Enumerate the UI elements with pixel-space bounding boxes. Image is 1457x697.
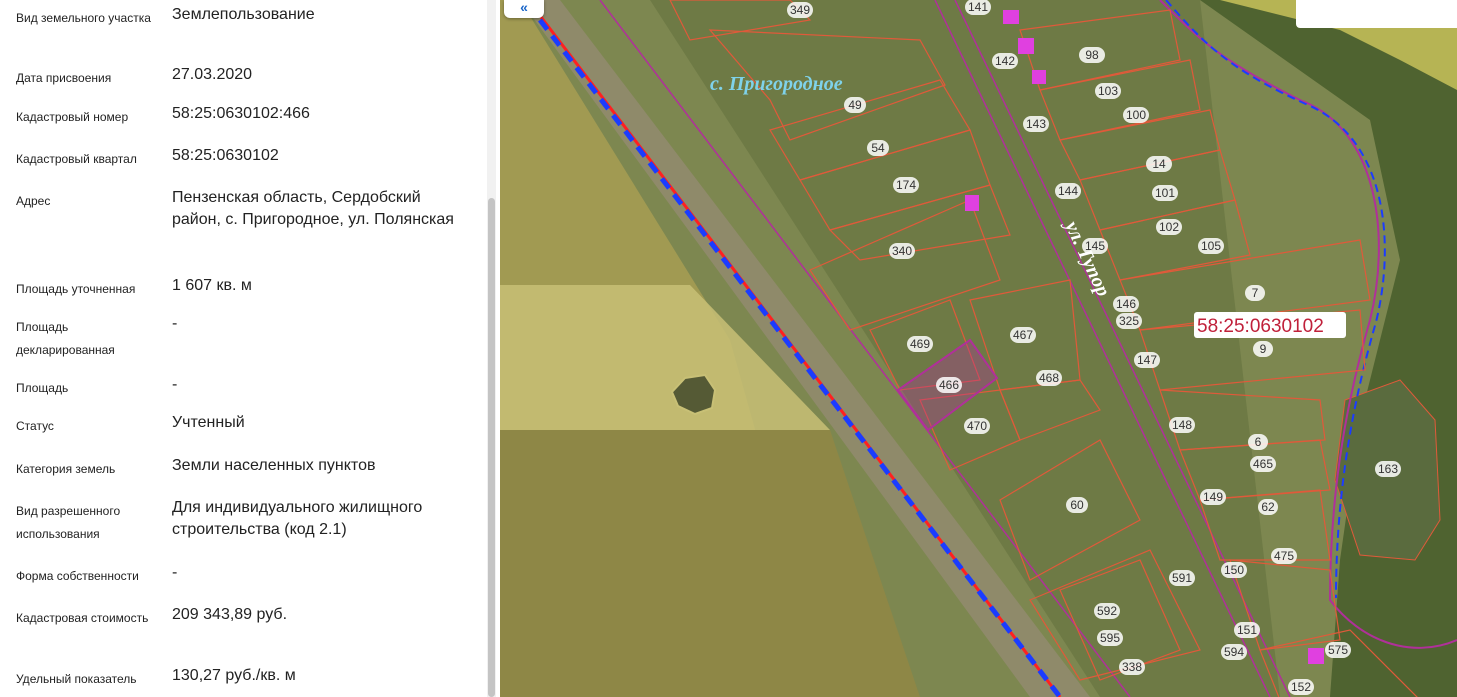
- parcel-label: 105: [1201, 239, 1221, 253]
- parcel-label: 592: [1097, 604, 1117, 618]
- info-panel: Вид земельного участка Землепользование …: [0, 0, 500, 697]
- field-value: 1 607 кв. м: [172, 277, 252, 294]
- parcel-label: 174: [896, 178, 916, 192]
- parcel-label: 340: [892, 244, 912, 258]
- scrollbar-thumb[interactable]: [488, 198, 495, 697]
- field-value: Для индивидуального жилищного строительс…: [172, 499, 423, 538]
- parcel-label: 6: [1255, 435, 1262, 449]
- field-value: 58:25:0630102:466: [172, 105, 310, 122]
- parcel-label: 98: [1085, 48, 1099, 62]
- field-value: -: [172, 564, 178, 581]
- field-value: 27.03.2020: [172, 66, 253, 83]
- parcel-label: 100: [1126, 108, 1146, 122]
- field-value: Земли населенных пунктов: [172, 457, 376, 474]
- field-value: 58:25:0630102: [172, 147, 279, 164]
- field-value: 130,27 руб./кв. м: [172, 667, 296, 684]
- parcel-label: 9: [1260, 342, 1267, 356]
- parcel-label: 142: [995, 54, 1015, 68]
- parcel-label: 14: [1152, 157, 1166, 171]
- field-label: Вид разрешенного использования: [16, 504, 121, 541]
- parcel-label: 468: [1039, 371, 1059, 385]
- parcel-label: 470: [967, 419, 987, 433]
- map-canvas[interactable]: с. Пригородное ул. Тупор 58:25:0630102 3…: [500, 0, 1457, 697]
- parcel-label: 595: [1100, 631, 1120, 645]
- field-label: Удельный показатель кадастровой: [16, 672, 137, 697]
- parcel-label: 467: [1013, 328, 1033, 342]
- field-label: Площадь уточненная: [16, 282, 136, 296]
- parcel-label: 144: [1058, 184, 1078, 198]
- parcel-label: 101: [1155, 186, 1175, 200]
- parcel-label: 325: [1119, 314, 1139, 328]
- field-value: Учтенный: [172, 414, 245, 431]
- collapse-panel-button[interactable]: «: [504, 0, 544, 18]
- parcel-label: 163: [1378, 462, 1398, 476]
- parcel-label: 475: [1274, 549, 1294, 563]
- parcel-label: 466: [939, 378, 959, 392]
- parcel-label: 146: [1116, 297, 1136, 311]
- cadastral-map[interactable]: с. Пригородное ул. Тупор 58:25:0630102 3…: [500, 0, 1457, 697]
- parcel-label: 7: [1252, 286, 1259, 300]
- parcel-label: 145: [1085, 239, 1105, 253]
- field-label: Площадь: [16, 381, 69, 395]
- field-label: Площадь декларированная: [16, 320, 115, 357]
- parcel-label: 338: [1122, 660, 1142, 674]
- field-value: Землепользование: [172, 6, 315, 23]
- field-value: -: [172, 315, 178, 332]
- field-label: Кадастровая стоимость: [16, 611, 149, 625]
- field-label: Категория земель: [16, 462, 116, 476]
- field-label: Адрес: [16, 194, 51, 208]
- chevron-double-left-icon: «: [520, 0, 528, 15]
- parcel-label: 594: [1224, 645, 1244, 659]
- parcel-label: 152: [1291, 680, 1311, 694]
- field-label: Кадастровый номер: [16, 110, 129, 124]
- parcel-label: 62: [1261, 500, 1275, 514]
- quarter-label: 58:25:0630102: [1197, 316, 1324, 337]
- parcel-label: 54: [871, 141, 885, 155]
- parcel-label: 148: [1172, 418, 1192, 432]
- field-label: Статус: [16, 419, 54, 433]
- parcel-label: 591: [1172, 571, 1192, 585]
- field-value: -: [172, 376, 178, 393]
- parcel-label: 469: [910, 337, 930, 351]
- field-label: Кадастровый квартал: [16, 152, 137, 166]
- parcel-label: 149: [1203, 490, 1223, 504]
- field-label: Вид земельного участка: [16, 11, 151, 25]
- village-label: с. Пригородное: [710, 73, 843, 95]
- parcel-label: 60: [1070, 498, 1084, 512]
- parcel-label: 151: [1237, 623, 1257, 637]
- field-value: 209 343,89 руб.: [172, 606, 288, 623]
- map-search-box[interactable]: [1296, 0, 1457, 28]
- parcel-label: 49: [848, 98, 862, 112]
- field-label: Дата присвоения: [16, 71, 112, 85]
- field-label: Форма собственности: [16, 569, 139, 583]
- parcel-label: 103: [1098, 84, 1118, 98]
- parcel-label: 575: [1328, 643, 1348, 657]
- parcel-label: 102: [1159, 220, 1179, 234]
- parcel-label: 349: [790, 3, 810, 17]
- parcel-label: 147: [1137, 353, 1157, 367]
- parcel-label: 143: [1026, 117, 1046, 131]
- parcel-label: 465: [1253, 457, 1273, 471]
- parcel-label: 141: [968, 0, 988, 14]
- parcel-label: 150: [1224, 563, 1244, 577]
- field-value: Пензенская область, Сердобский район, с.…: [172, 189, 454, 228]
